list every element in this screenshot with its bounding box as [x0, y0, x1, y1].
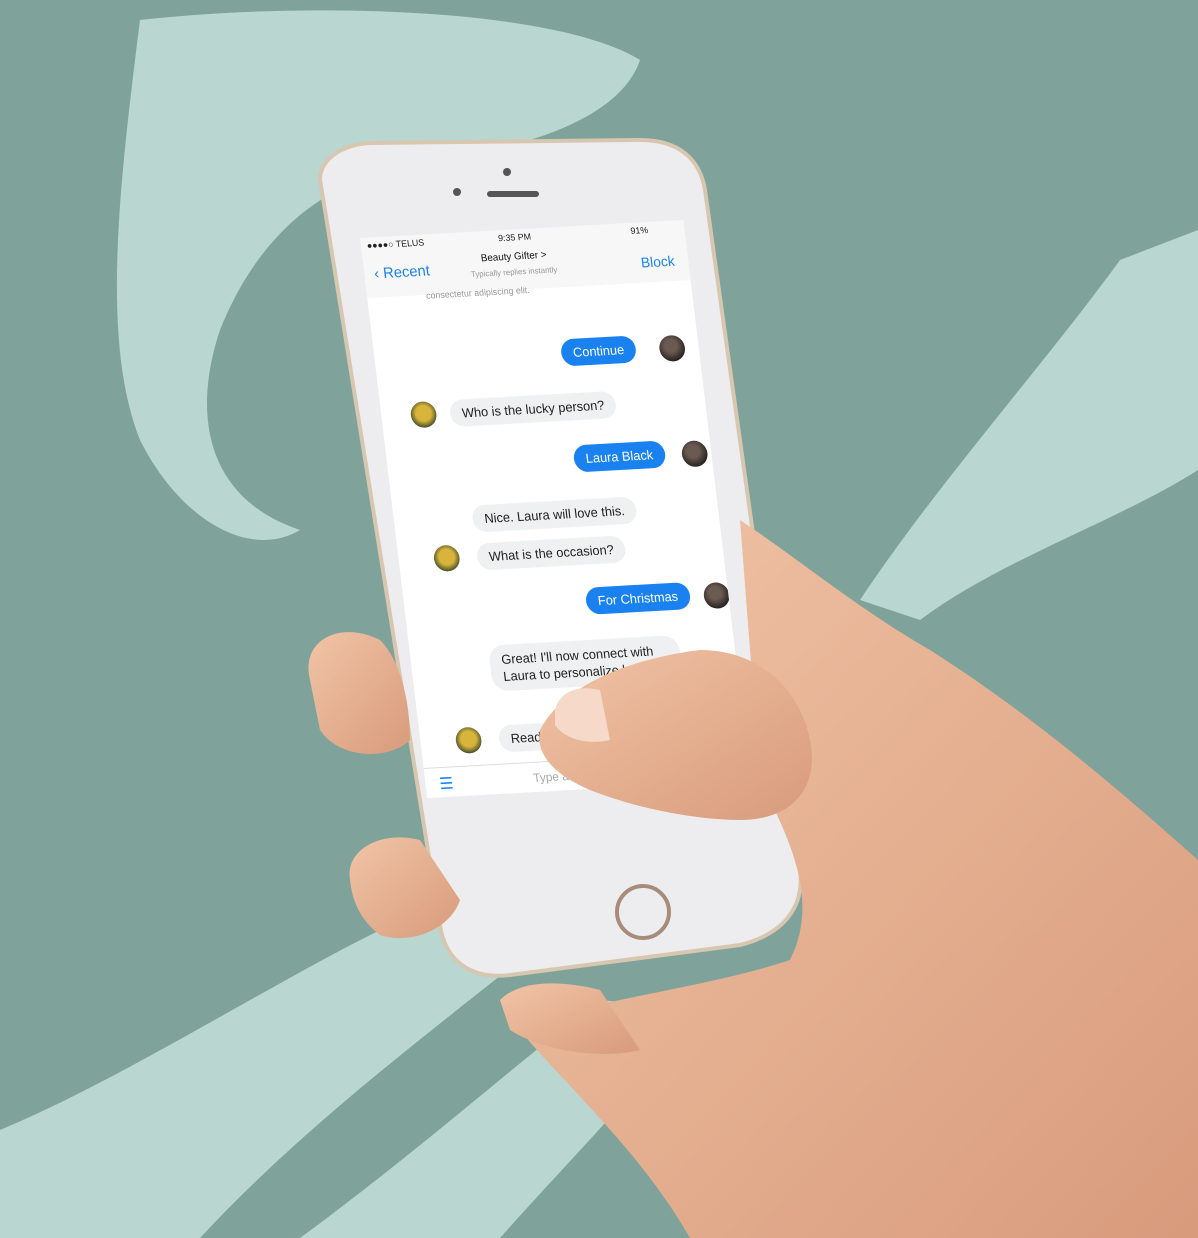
hand [308, 520, 1198, 1238]
photo-scene: ●●●●○ TELUS 9:35 PM 91% ‹ Recent Beauty … [0, 0, 1198, 1238]
